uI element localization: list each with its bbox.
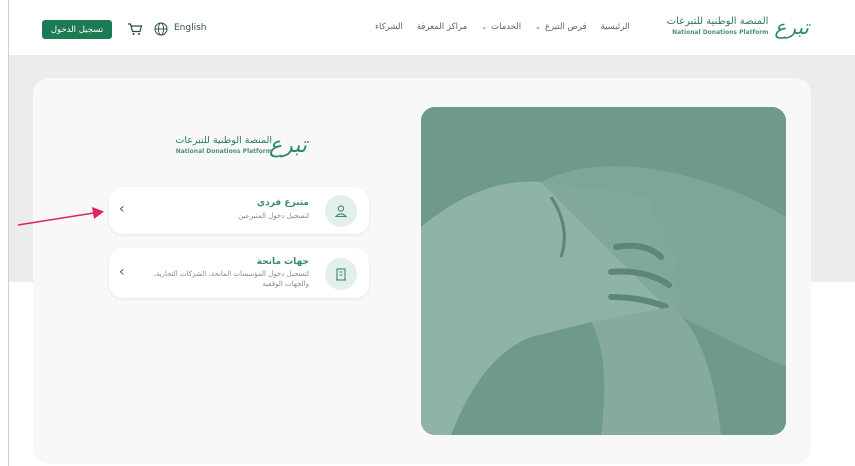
top-header: تبرع المنصة الوطنية للتبرعات National Do… xyxy=(9,0,855,56)
login-button[interactable]: تسجيل الدخول xyxy=(42,20,112,39)
chevron-down-icon: ⌄ xyxy=(535,23,541,31)
card-logo: المنصة الوطنية للتبرعات National Donatio… xyxy=(167,131,317,163)
annotation-arrow xyxy=(17,207,104,226)
card-logo-mark: تبرع xyxy=(268,133,307,158)
site-logo[interactable]: تبرع المنصة الوطنية للتبرعات National Do… xyxy=(667,16,809,37)
individual-donor-option[interactable]: متبرع فردي لتسجيل دخول المتبرعين ‹ xyxy=(109,187,369,234)
option-subtitle: لتسجيل دخول المتبرعين xyxy=(238,212,309,220)
nav-item-partners[interactable]: الشركاء xyxy=(375,22,403,32)
logo-title-ar: المنصة الوطنية للتبرعات xyxy=(666,16,769,27)
chevron-down-icon: ⌄ xyxy=(481,23,488,31)
nav-item-knowledge-centers[interactable]: مراكز المعرفة xyxy=(417,22,467,32)
donor-entities-option[interactable]: جهات مانحة لتسجيل دخول المؤسسات المانحة،… xyxy=(109,248,369,298)
card-logo-title-ar: المنصة الوطنية للتبرعات xyxy=(175,135,272,146)
building-icon xyxy=(325,258,357,290)
option-subtitle: لتسجيل دخول المؤسسات المانحة، الشركات ال… xyxy=(153,270,309,288)
globe-icon[interactable] xyxy=(154,22,168,36)
main-nav: الرئيسية فرص التبرع⌄ الخدمات⌄ مراكز المع… xyxy=(375,22,630,32)
chevron-left-icon: ‹ xyxy=(119,201,125,217)
option-title: جهات مانحة xyxy=(256,257,309,267)
clasped-hands-image xyxy=(421,107,786,435)
nav-item-services[interactable]: الخدمات⌄ xyxy=(481,22,521,32)
nav-item-home[interactable]: الرئيسية xyxy=(601,22,630,32)
cart-icon[interactable] xyxy=(127,22,143,36)
nav-item-donation-opportunities[interactable]: فرص التبرع⌄ xyxy=(535,22,586,32)
option-title: متبرع فردي xyxy=(256,198,309,208)
language-switch[interactable]: English xyxy=(174,23,207,33)
logo-mark: تبرع xyxy=(774,14,809,39)
card-logo-title-en: National Donations Platform xyxy=(175,148,272,155)
logo-title-en: National Donations Platform xyxy=(672,29,769,36)
user-icon xyxy=(325,195,357,227)
chevron-left-icon: ‹ xyxy=(119,264,125,280)
